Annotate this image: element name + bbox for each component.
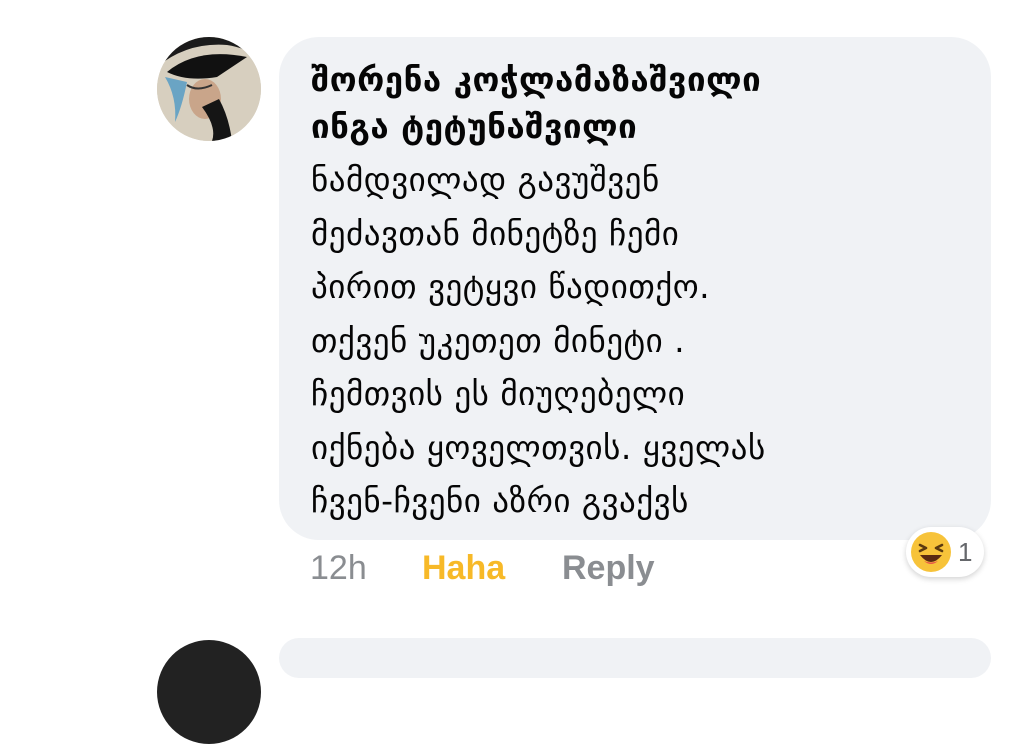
comment-text-line: ჩემთვის ეს მიუღებელი	[311, 374, 686, 413]
comment-text-line: იქნება ყოველთვის. ყველას	[311, 427, 766, 467]
comment-text-line: ნამდვილად გავუშვენ	[311, 160, 660, 199]
comment-text-line: მეძავთან მინეტზე ჩემი	[311, 213, 680, 253]
reaction-count: 1	[958, 536, 973, 567]
haha-reaction-button[interactable]: Haha	[422, 545, 562, 591]
comment-timestamp[interactable]: 12h	[310, 545, 422, 591]
comment-author-name[interactable]: შორენა კოჭლამაზაშვილი	[311, 59, 991, 101]
comment-bubble: შორენა კოჭლამაზაშვილი ინგა ტეტუნაშვილი ნ…	[279, 37, 991, 540]
avatar[interactable]	[157, 37, 261, 141]
comment-text-line: ჩვენ-ჩვენი აზრი გვაქვს	[311, 481, 689, 520]
comment-text-line: პირით ვეტყვი წადითქო.	[311, 267, 711, 306]
reaction-summary[interactable]: 1	[906, 527, 985, 577]
reply-button[interactable]: Reply	[562, 545, 655, 591]
comment-actions: 12h Haha Reply	[310, 545, 655, 591]
mentioned-user[interactable]: ინგა ტეტუნაშვილი	[311, 101, 991, 153]
next-comment-bubble	[279, 638, 991, 678]
next-comment-avatar[interactable]	[157, 640, 261, 744]
comment-text-line: თქვენ უკეთეთ მინეტი .	[311, 320, 686, 360]
haha-emoji-icon	[911, 532, 951, 572]
